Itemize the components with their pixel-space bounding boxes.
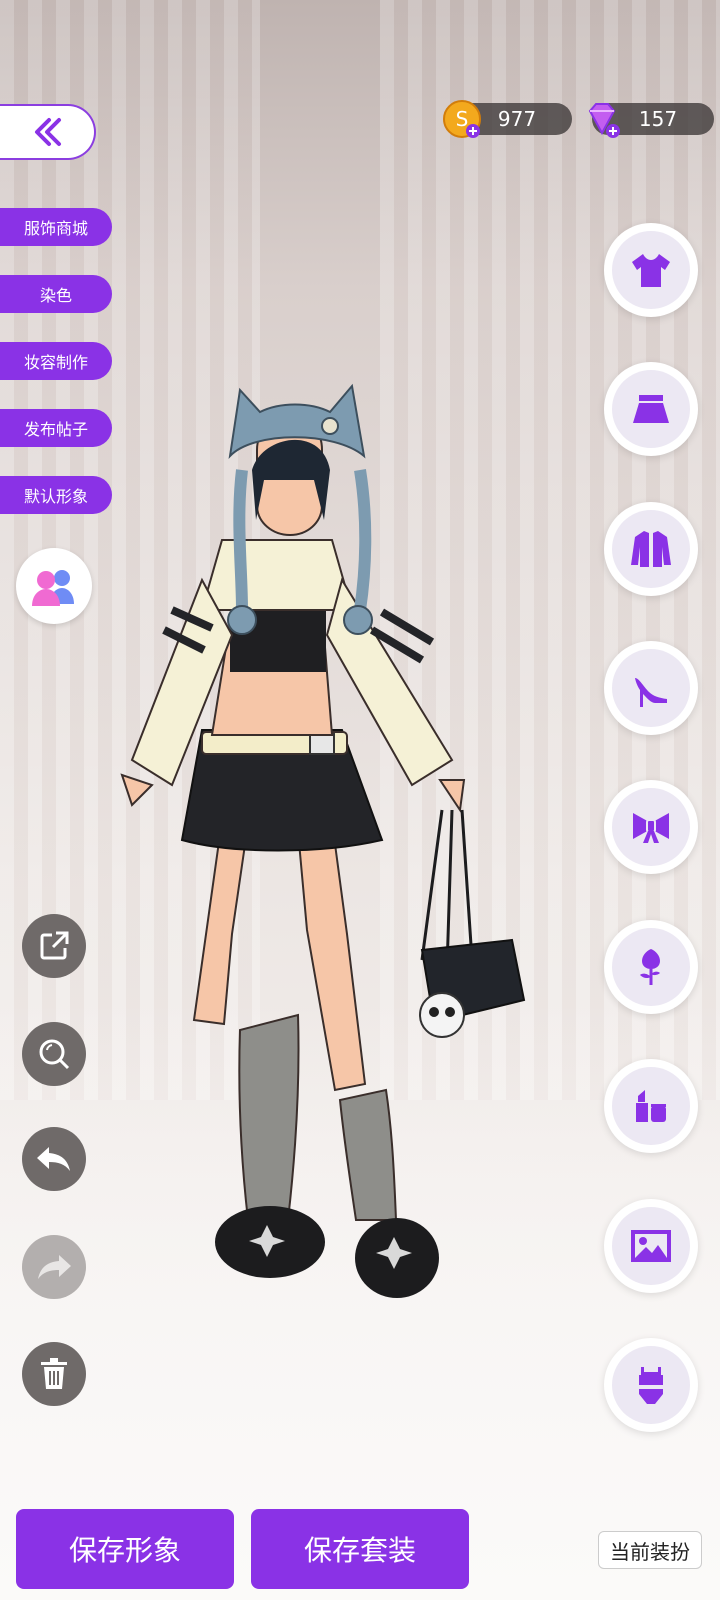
zoom-icon: [39, 1039, 70, 1070]
category-inner: [612, 928, 690, 1006]
menu-label: 发布帖子: [23, 420, 88, 439]
jacket-icon: [631, 531, 671, 567]
friends-icon: [32, 570, 74, 606]
category-inner: [612, 1346, 690, 1424]
undo-icon: [37, 1147, 70, 1171]
category-inner: [612, 649, 690, 727]
redo-icon: [38, 1255, 71, 1279]
redo-button[interactable]: [22, 1235, 86, 1299]
menu-makeup[interactable]: 妆容制作: [0, 342, 112, 380]
coin-icon: S: [443, 100, 481, 138]
category-accessories[interactable]: [604, 780, 698, 874]
save-look-button[interactable]: 保存形象: [16, 1509, 234, 1589]
save-outfit-button[interactable]: 保存套装: [251, 1509, 469, 1589]
friends-button[interactable]: [16, 548, 92, 624]
category-sets[interactable]: [604, 1338, 698, 1432]
save-look-label: 保存形象: [68, 1534, 181, 1567]
rose-icon: [640, 949, 660, 985]
share-icon: [40, 931, 69, 960]
current-outfit-button[interactable]: 当前装扮: [598, 1531, 702, 1569]
background-icon: [631, 1230, 671, 1262]
category-inner: [612, 1067, 690, 1145]
current-outfit-label: 当前装扮: [610, 1539, 690, 1564]
bow-icon: [633, 813, 669, 843]
menu-label: 妆容制作: [23, 353, 88, 372]
set-icon: [639, 1367, 663, 1404]
category-inner: [612, 788, 690, 866]
category-hair[interactable]: [604, 920, 698, 1014]
skirt: [180, 729, 384, 852]
menu-label: 服饰商城: [23, 219, 88, 238]
coin-counter[interactable]: S 977: [443, 100, 572, 138]
category-shoes[interactable]: [604, 641, 698, 735]
category-background[interactable]: [604, 1199, 698, 1293]
menu-label: 染色: [39, 286, 72, 305]
menu-dye[interactable]: 染色: [0, 275, 112, 313]
zoom-button[interactable]: [22, 1022, 86, 1086]
makeup-icon: [636, 1090, 666, 1122]
category-inner: [612, 1207, 690, 1285]
save-outfit-label: 保存套装: [303, 1534, 416, 1567]
share-button[interactable]: [22, 914, 86, 978]
heels-icon: [635, 678, 667, 707]
handbag: [419, 809, 526, 1038]
fluffy-slippers: [215, 1206, 439, 1298]
category-inner: [612, 231, 690, 309]
delete-button[interactable]: [22, 1342, 86, 1406]
menu-clothing-store[interactable]: 服饰商城: [0, 208, 112, 246]
svg-text:S: S: [456, 107, 469, 131]
trash-icon: [41, 1358, 67, 1389]
category-skirts[interactable]: [604, 362, 698, 456]
gem-counter[interactable]: 157: [588, 103, 714, 138]
category-jackets[interactable]: [604, 502, 698, 596]
gem-icon: [588, 103, 620, 138]
category-inner: [612, 370, 690, 448]
category-makeup[interactable]: [604, 1059, 698, 1153]
menu-label: 默认形象: [23, 487, 88, 506]
leg-warmers: [238, 1013, 398, 1221]
category-tops[interactable]: [604, 223, 698, 317]
character-avatar[interactable]: [92, 380, 552, 1320]
back-button[interactable]: [0, 104, 96, 160]
skirt-icon: [633, 395, 669, 423]
undo-button[interactable]: [22, 1127, 86, 1191]
category-inner: [612, 510, 690, 588]
top-icon: [632, 254, 670, 287]
double-chevron-left-icon: [35, 118, 61, 146]
